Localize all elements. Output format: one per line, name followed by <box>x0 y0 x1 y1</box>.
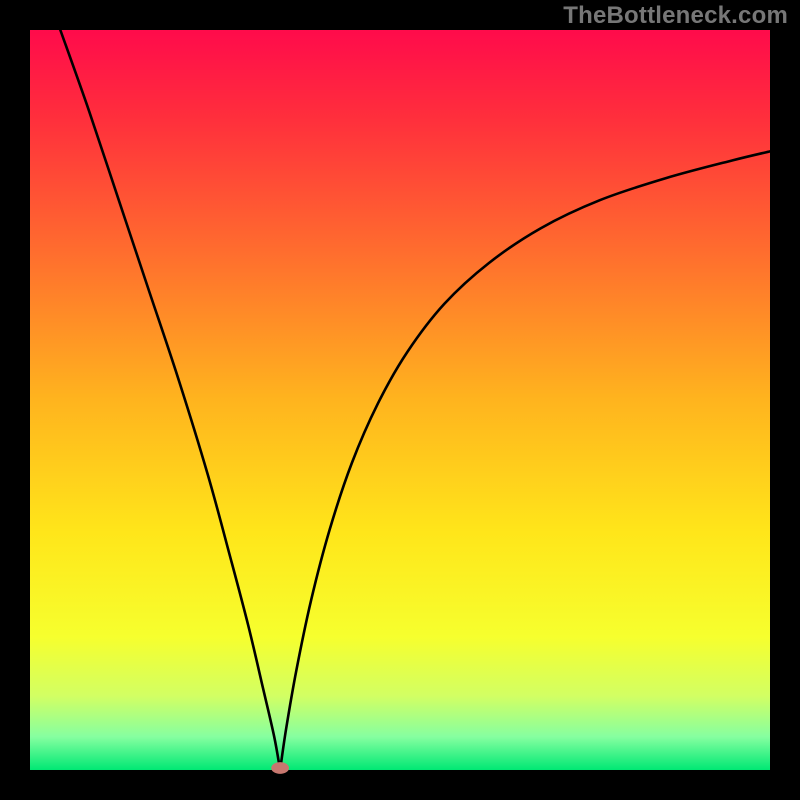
plot-background <box>30 30 770 770</box>
bottleneck-chart <box>0 0 800 800</box>
watermark-text: TheBottleneck.com <box>563 2 788 30</box>
chart-frame: TheBottleneck.com <box>0 0 800 800</box>
minimum-marker <box>271 762 289 774</box>
